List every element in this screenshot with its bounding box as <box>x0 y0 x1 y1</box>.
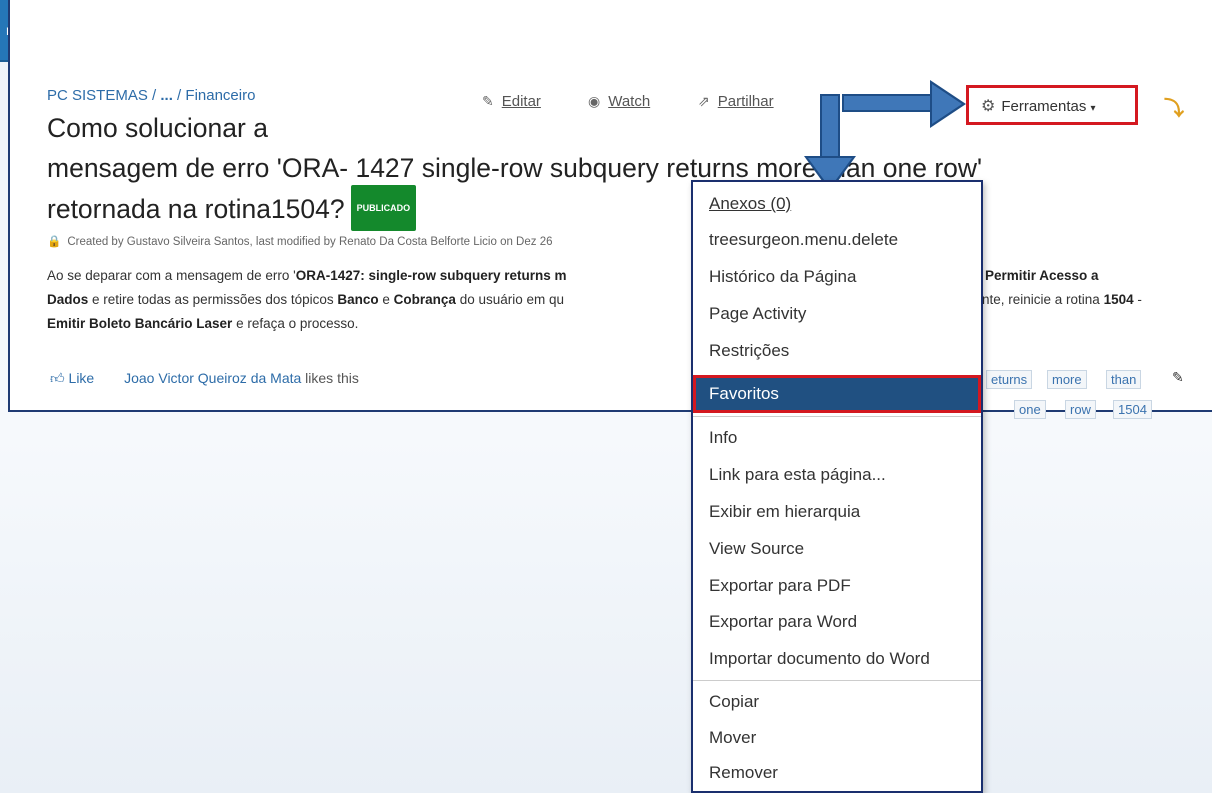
breadcrumb-root[interactable]: PC SISTEMAS <box>47 87 148 104</box>
menu-item-info[interactable]: Info <box>709 423 737 453</box>
body-bold: Dados <box>47 292 89 307</box>
body-text: - <box>1133 292 1142 307</box>
lock-icon[interactable]: 🔒 <box>47 236 61 248</box>
menu-item-delete[interactable]: treesurgeon.menu.delete <box>709 225 898 255</box>
body-text: Ao se deparar com a mensagem de erro ' <box>47 268 296 283</box>
breadcrumb-ellipsis[interactable]: ... <box>160 87 173 104</box>
menu-item-link-to-page[interactable]: Link para esta página... <box>709 460 886 490</box>
menu-item-label: Anexos (0) <box>709 194 792 213</box>
body-text: e refaça o processo. <box>232 316 359 331</box>
label-tag[interactable]: 1504 <box>1113 400 1152 419</box>
menu-item-restrictions[interactable]: Restrições <box>709 336 789 366</box>
page-title-line3: retornada na rotina1504? <box>47 194 345 224</box>
menu-item-import-word[interactable]: Importar documento do Word <box>709 644 930 674</box>
annotation-arrow <box>820 94 840 158</box>
menu-item-copy[interactable]: Copiar <box>709 687 759 717</box>
body-bold: 1504 <box>1103 292 1134 307</box>
page-metadata-text: Created by Gustavo Silveira Santos, last… <box>67 236 553 248</box>
label-tag[interactable]: than <box>1106 370 1142 389</box>
page-body: Ao se deparar com a mensagem de erro 'OR… <box>47 264 1195 336</box>
menu-item-move[interactable]: Mover <box>709 723 756 753</box>
body-line-1: Ao se deparar com a mensagem de erro 'OR… <box>47 264 1195 288</box>
body-line-2: Dados e retire todas as permissões dos t… <box>47 288 1195 312</box>
breadcrumb-current[interactable]: Financeiro <box>185 87 255 104</box>
menu-item-favorites[interactable]: Favoritos <box>693 375 981 413</box>
body-bold: Banco <box>337 292 379 307</box>
status-badge: PUBLICADO <box>350 185 417 231</box>
page-title-line2: mensagem de erro 'ORA- 1427 single-row s… <box>47 153 983 183</box>
body-bold: Cobrança <box>393 292 456 307</box>
menu-item-attachments[interactable]: Anexos (0) <box>709 189 791 219</box>
body-text: do usuário em qu <box>455 292 565 307</box>
menu-item-view-in-hierarchy[interactable]: Exibir em hierarquia <box>709 497 860 527</box>
thumbs-up-icon: 👍︎ <box>50 370 65 386</box>
body-text: e <box>378 292 394 307</box>
body-line-3: Emitir Boleto Bancário Laser e refaça o … <box>47 312 1195 336</box>
label-tag[interactable]: eturns <box>986 370 1033 389</box>
likes-suffix: likes this <box>301 370 359 386</box>
menu-separator <box>693 416 981 417</box>
page-metadata: 🔒 Created by Gustavo Silveira Santos, las… <box>47 234 553 248</box>
menu-item-page-history[interactable]: Histórico da Página <box>709 262 856 292</box>
like-row: 👍︎ Like Joao Victor Queiroz da Mata like… <box>50 370 359 387</box>
body-bold: ORA-1427: single-row subquery returns m <box>295 268 567 283</box>
annotation-arrow-head <box>930 80 966 128</box>
breadcrumb-separator: / <box>172 87 186 104</box>
body-text: e retire todas as permissões dos tópicos <box>88 292 338 307</box>
liker-link[interactable]: Joao Victor Queiroz da Mata <box>124 370 301 386</box>
breadcrumb-separator: / <box>147 87 161 104</box>
like-label: Like <box>68 370 95 386</box>
label-tag[interactable]: one <box>1014 400 1046 419</box>
breadcrumb: PC SISTEMAS / ... / Financeiro <box>47 87 255 104</box>
menu-item-export-word[interactable]: Exportar para Word <box>709 607 857 637</box>
label-tag[interactable]: more <box>1047 370 1087 389</box>
body-text: nte, reinicie a rotina 1504 - <box>982 288 1142 312</box>
menu-item-page-activity[interactable]: Page Activity <box>709 299 806 329</box>
body-bold: Emitir Boleto Bancário Laser <box>47 316 233 331</box>
menu-separator <box>693 680 981 681</box>
annotation-arrow <box>842 94 932 112</box>
menu-item-remove[interactable]: Remover <box>709 758 778 788</box>
body-text: nte, reinicie a rotina <box>982 292 1104 307</box>
menu-item-export-pdf[interactable]: Exportar para PDF <box>709 571 851 601</box>
page-title: Como solucionar a mensagem de erro 'ORA-… <box>47 108 1187 234</box>
edit-labels-icon[interactable]: ✎ <box>1172 369 1184 386</box>
label-tag[interactable]: row <box>1065 400 1096 419</box>
body-bold: Permitir Acesso a <box>985 268 1099 283</box>
menu-item-view-source[interactable]: View Source <box>709 534 804 564</box>
like-button[interactable]: 👍︎ Like <box>50 370 94 386</box>
tools-dropdown-menu: Anexos (0) treesurgeon.menu.delete Histó… <box>691 180 983 793</box>
page-title-line1: Como solucionar a <box>47 113 268 143</box>
